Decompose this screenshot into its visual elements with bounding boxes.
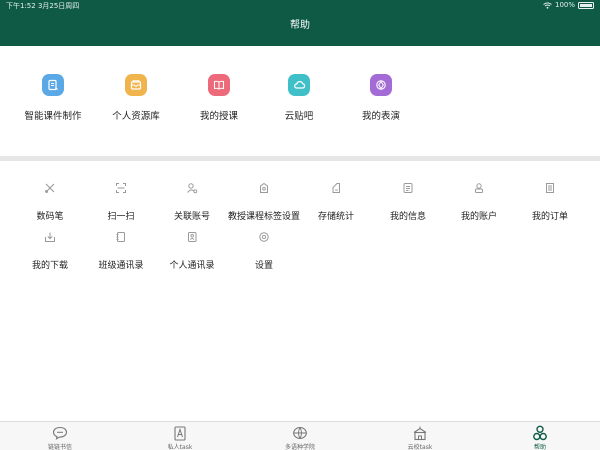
resource-box-icon [125, 74, 147, 96]
tab-private-task[interactable]: 私人task [120, 422, 240, 450]
sec-item-digital-pen[interactable]: 数码笔 [14, 181, 86, 222]
letter-card-icon [171, 425, 189, 441]
status-bar: 下午1:52 3月25日周四 100% [0, 0, 600, 12]
sec-item-my-orders[interactable]: 我的订单 [514, 181, 586, 222]
main-item-teaching[interactable]: 我的授课 [179, 46, 259, 122]
sec-item-label: 我的下载 [31, 261, 68, 271]
sec-item-my-downloads[interactable]: 我的下载 [14, 230, 86, 271]
main-item-performance[interactable]: 我的表演 [341, 46, 421, 122]
settings-icon [257, 230, 271, 244]
main-item-cloud-forum[interactable]: 云贴吧 [259, 46, 339, 122]
scan-icon [114, 181, 128, 195]
page-title: 帮助 [290, 20, 310, 31]
help-people-icon [531, 425, 549, 441]
battery-icon [578, 1, 594, 9]
school-building-icon [411, 425, 429, 441]
main-item-resources[interactable]: 个人资源库 [96, 46, 176, 122]
pen-tools-icon [43, 181, 57, 195]
download-icon [43, 230, 57, 244]
tab-label: 链链书信 [47, 444, 72, 450]
sec-item-label: 教授课程标签设置 [228, 212, 301, 222]
sec-item-label: 个人通讯录 [169, 261, 215, 271]
wifi-icon [543, 1, 552, 9]
main-item-label: 云贴吧 [284, 111, 314, 122]
linked-account-icon [185, 181, 199, 195]
tag-settings-icon [257, 181, 271, 195]
main-item-label: 我的表演 [361, 111, 400, 122]
sec-item-scan[interactable]: 扫一扫 [85, 181, 157, 222]
sec-item-label: 我的信息 [389, 212, 426, 222]
sec-item-personal-contacts[interactable]: 个人通讯录 [156, 230, 228, 271]
tab-cloud-school-task[interactable]: 云校task [360, 422, 480, 450]
main-item-label: 个人资源库 [112, 111, 160, 122]
sec-item-storage[interactable]: 存储统计 [300, 181, 372, 222]
main-feature-grid: 智能课件制作 个人资源库 我的授课 云贴吧 我的表演 [0, 46, 600, 156]
cloud-icon [288, 74, 310, 96]
sec-item-label: 关联账号 [173, 212, 210, 222]
sec-item-label: 我的订单 [531, 212, 568, 222]
performance-icon [370, 74, 392, 96]
tab-multilingual-academy[interactable]: 多语种学院 [240, 422, 360, 450]
sec-item-course-tags[interactable]: 教授课程标签设置 [228, 181, 300, 222]
main-item-label: 智能课件制作 [24, 111, 82, 122]
sec-item-label: 设置 [254, 261, 273, 271]
tab-label: 帮助 [533, 444, 546, 450]
sec-item-class-contacts[interactable]: 班级通讯录 [85, 230, 157, 271]
tab-label: 多语种学院 [284, 444, 315, 450]
globe-icon [291, 425, 309, 441]
status-right: 100% [543, 1, 594, 9]
sec-item-label: 扫一扫 [107, 212, 135, 222]
tab-label: 云校task [407, 444, 433, 450]
main-item-label: 我的授课 [199, 111, 238, 122]
info-icon [401, 181, 415, 195]
order-icon [543, 181, 557, 195]
tab-help[interactable]: 帮助 [480, 422, 600, 450]
sec-item-label: 数码笔 [36, 212, 64, 222]
section-divider [0, 156, 600, 161]
courseware-icon [42, 74, 64, 96]
personal-contacts-icon [185, 230, 199, 244]
account-icon [472, 181, 486, 195]
storage-icon [329, 181, 343, 195]
battery-percent: 100% [554, 1, 575, 9]
sec-item-my-info[interactable]: 我的信息 [372, 181, 444, 222]
bottom-tab-bar: 链链书信 私人task 多语种学院 云校task 帮助 [0, 421, 600, 450]
sec-item-settings[interactable]: 设置 [228, 230, 300, 271]
sec-item-linked-account[interactable]: 关联账号 [156, 181, 228, 222]
book-icon [208, 74, 230, 96]
sec-item-label: 班级通讯录 [98, 261, 144, 271]
sec-item-my-account[interactable]: 我的账户 [443, 181, 515, 222]
main-item-courseware[interactable]: 智能课件制作 [13, 46, 93, 122]
tab-label: 私人task [167, 444, 193, 450]
tab-chat-letters[interactable]: 链链书信 [0, 422, 120, 450]
status-time: 下午1:52 3月25日周四 [6, 2, 80, 10]
sec-item-label: 我的账户 [460, 212, 497, 222]
chat-bubble-icon [51, 425, 69, 441]
class-contacts-icon [114, 230, 128, 244]
sec-item-label: 存储统计 [317, 212, 354, 222]
top-header: 下午1:52 3月25日周四 100% 帮助 [0, 0, 600, 46]
